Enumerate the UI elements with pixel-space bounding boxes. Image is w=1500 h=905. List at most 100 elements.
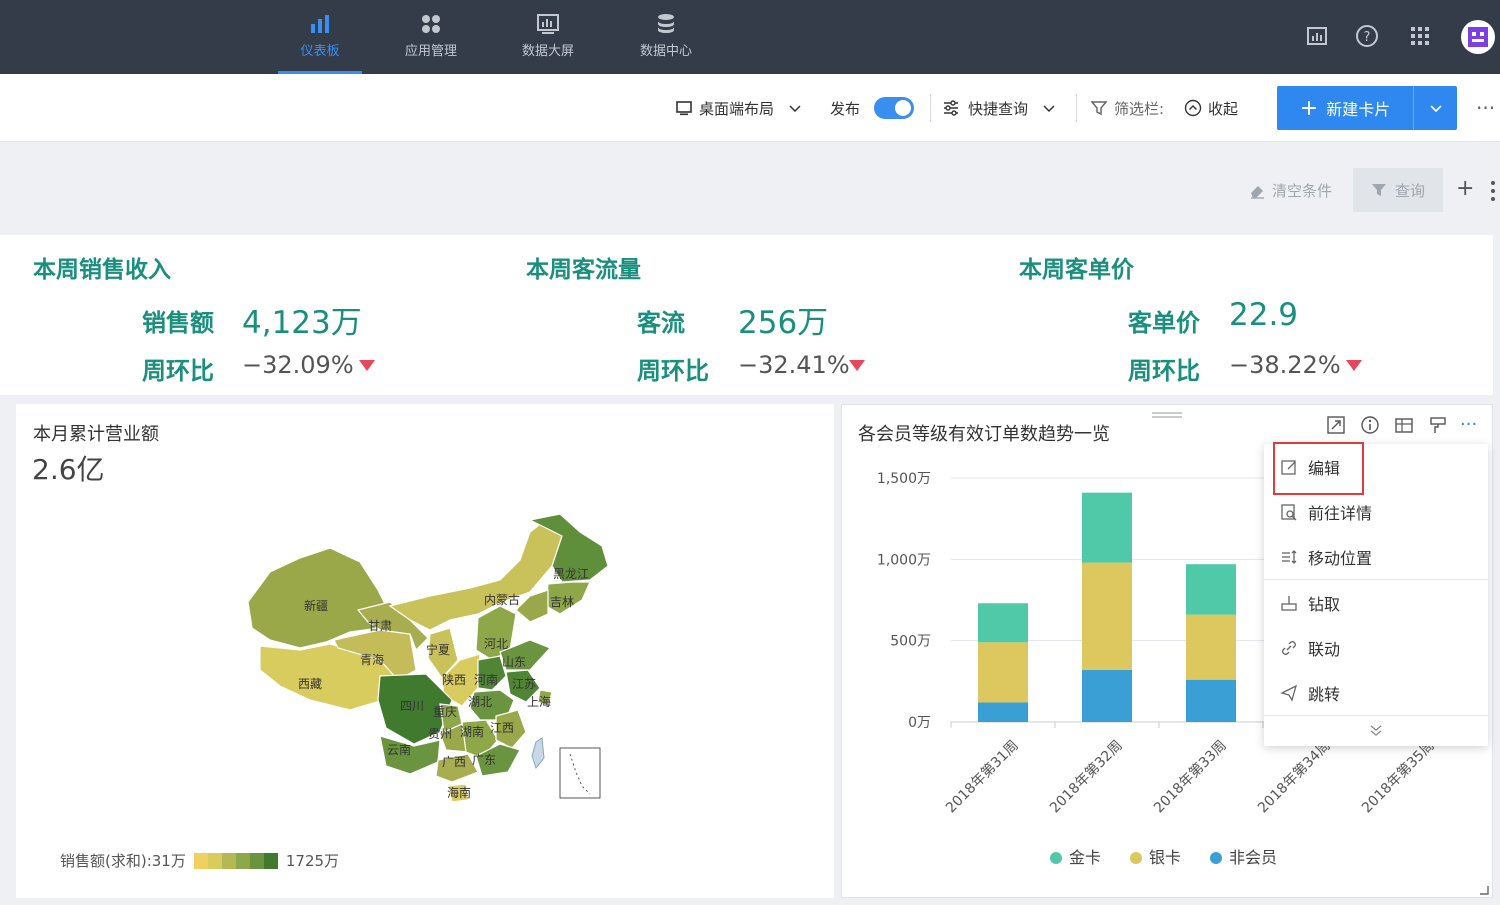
drag-handle[interactable] <box>1152 404 1182 418</box>
map-label-inner-mongolia: 内蒙古 <box>484 592 520 607</box>
menu-expand-button[interactable] <box>1368 722 1384 741</box>
layout-selector[interactable]: 桌面端布局 <box>675 74 802 142</box>
bar-segment-2-2 <box>1186 564 1236 615</box>
desktop-icon <box>676 101 692 116</box>
bar-segment-2-0 <box>978 603 1028 643</box>
kpi-change-label-unit-price: 周环比 <box>1128 357 1200 385</box>
nav-data-screen[interactable]: 数据大屏 <box>500 0 596 74</box>
x-tick-label: 2018年第35周 <box>1358 737 1438 817</box>
map-label-hubei: 湖北 <box>468 694 492 709</box>
legend-dot <box>1130 852 1142 864</box>
menu-item-linkage[interactable]: 联动 <box>1264 625 1488 670</box>
plus-icon: + <box>1299 95 1319 121</box>
map-label-jiangsu: 江苏 <box>512 677 536 691</box>
legend-label: 非会员 <box>1229 848 1277 867</box>
nav-app-management[interactable]: 应用管理 <box>383 0 479 74</box>
map-label-xinjiang: 新疆 <box>304 598 328 613</box>
new-card-button[interactable]: + 新建卡片 <box>1277 86 1413 130</box>
nav-data-center[interactable]: 数据中心 <box>618 0 714 74</box>
menu-item-go-to-details[interactable]: 前往详情 <box>1264 489 1488 534</box>
map-label-sichuan: 四川 <box>400 699 424 713</box>
legend-color-step-3 <box>235 852 250 869</box>
bar-segment-1-0 <box>978 642 1028 703</box>
apps-grid-icon[interactable] <box>1408 24 1432 48</box>
map-label-ningxia: 宁夏 <box>426 642 450 657</box>
kpi-title-unit-price: 本周客单价 <box>1019 257 1134 283</box>
map-card-title: 本月累计营业额 <box>33 424 159 445</box>
dashboard-toolbar: 桌面端布局 发布 快捷查询 筛选栏: 收起 ··· <box>0 74 1500 142</box>
china-map[interactable]: 黑龙江 吉林 内蒙古 新疆 甘肃 河北 山东 宁夏 青海 陕西 河南 江苏 西藏… <box>230 510 620 810</box>
map-label-heilongjiang: 黑龙江 <box>553 567 589 581</box>
map-label-qinghai: 青海 <box>360 652 384 667</box>
kpi-label-unit-price: 客单价 <box>1128 309 1200 337</box>
divider <box>1076 94 1077 122</box>
eraser-icon <box>1251 185 1264 199</box>
bar-segment-0-2 <box>1186 679 1236 722</box>
menu-item-move-position[interactable]: 移动位置 <box>1264 534 1488 579</box>
clear-conditions-button[interactable]: 清空条件 <box>1248 180 1332 201</box>
kpi-title-traffic: 本周客流量 <box>526 257 641 283</box>
new-card-dropdown-button[interactable] <box>1413 86 1457 130</box>
more-horizontal-icon: ··· <box>1476 96 1496 120</box>
collapse-filter-button[interactable]: 收起 <box>1184 74 1238 142</box>
filter-icon <box>1371 184 1386 196</box>
quick-query-button[interactable]: 快捷查询 <box>942 74 1056 142</box>
database-icon <box>658 14 674 33</box>
legend-dot <box>1050 852 1062 864</box>
y-tick-label: 500万 <box>890 634 931 650</box>
kpi-change-traffic: −32.41% <box>738 351 850 379</box>
resize-handle-icon[interactable] <box>1478 884 1490 896</box>
legend-color-step-5 <box>263 852 278 869</box>
double-chevron-down-icon <box>1370 725 1382 736</box>
menu-item-label: 移动位置 <box>1308 548 1373 568</box>
bar-segment-0-0 <box>978 702 1028 722</box>
chevron-down-icon <box>789 105 801 113</box>
filter-more-icon[interactable] <box>1490 178 1496 204</box>
legend-color-step-0 <box>193 852 208 869</box>
layout-label: 桌面端布局 <box>699 99 775 118</box>
publish-toggle-group: 发布 <box>830 74 915 142</box>
info-icon[interactable] <box>1360 415 1380 435</box>
publish-label: 发布 <box>830 99 861 118</box>
legend-color-scale <box>193 852 278 869</box>
move-icon <box>1282 549 1297 564</box>
card-more-icon[interactable]: ··· <box>1460 414 1477 435</box>
map-label-guizhou: 贵州 <box>428 727 452 741</box>
bar-chart-title: 各会员等级有效订单数趋势一览 <box>858 424 1110 445</box>
map-label-chongqing: 重庆 <box>433 705 457 719</box>
bar-segment-1-1 <box>1082 562 1132 670</box>
kpi-value-traffic: 256万 <box>738 305 829 341</box>
avatar-icon <box>1468 27 1488 47</box>
clear-label: 清空条件 <box>1272 182 1333 200</box>
map-total-value: 2.6亿 <box>32 453 105 486</box>
kpi-change-sales: −32.09% <box>242 351 354 379</box>
help-icon[interactable]: ? <box>1355 24 1379 48</box>
report-icon[interactable] <box>1305 24 1329 48</box>
kpi-title-sales: 本周销售收入 <box>33 257 171 283</box>
legend-label: 银卡 <box>1149 848 1181 867</box>
y-tick-label: 1,000万 <box>877 552 931 568</box>
publish-toggle[interactable] <box>874 97 915 119</box>
menu-item-drill[interactable]: 钻取 <box>1264 580 1488 625</box>
nav-dashboard[interactable]: 仪表板 <box>272 0 368 74</box>
menu-item-label: 钻取 <box>1308 594 1341 614</box>
add-filter-icon[interactable]: + <box>1456 176 1474 201</box>
new-card-split-button: + 新建卡片 <box>1277 86 1457 130</box>
map-label-tibet: 西藏 <box>298 677 322 691</box>
link-icon <box>1282 640 1296 655</box>
legend-min-label: 销售额(求和):31万 <box>60 852 186 870</box>
user-avatar[interactable] <box>1461 20 1495 54</box>
filter-bar-label: 筛选栏: <box>1114 99 1165 118</box>
fullscreen-icon[interactable] <box>1326 415 1346 435</box>
menu-item-jump[interactable]: 跳转 <box>1264 670 1488 715</box>
bar-segment-0-1 <box>1082 669 1132 722</box>
map-label-hainan: 海南 <box>447 785 471 800</box>
paint-brush-icon[interactable] <box>1428 415 1448 435</box>
more-options-button[interactable]: ··· <box>1476 74 1495 142</box>
query-button[interactable]: 查询 <box>1353 168 1443 212</box>
nav-label: 应用管理 <box>404 44 457 59</box>
table-view-icon[interactable] <box>1394 415 1414 435</box>
map-label-shaanxi: 陕西 <box>442 672 466 687</box>
send-icon <box>1280 684 1298 702</box>
kpi-change-label-sales: 周环比 <box>142 357 214 385</box>
